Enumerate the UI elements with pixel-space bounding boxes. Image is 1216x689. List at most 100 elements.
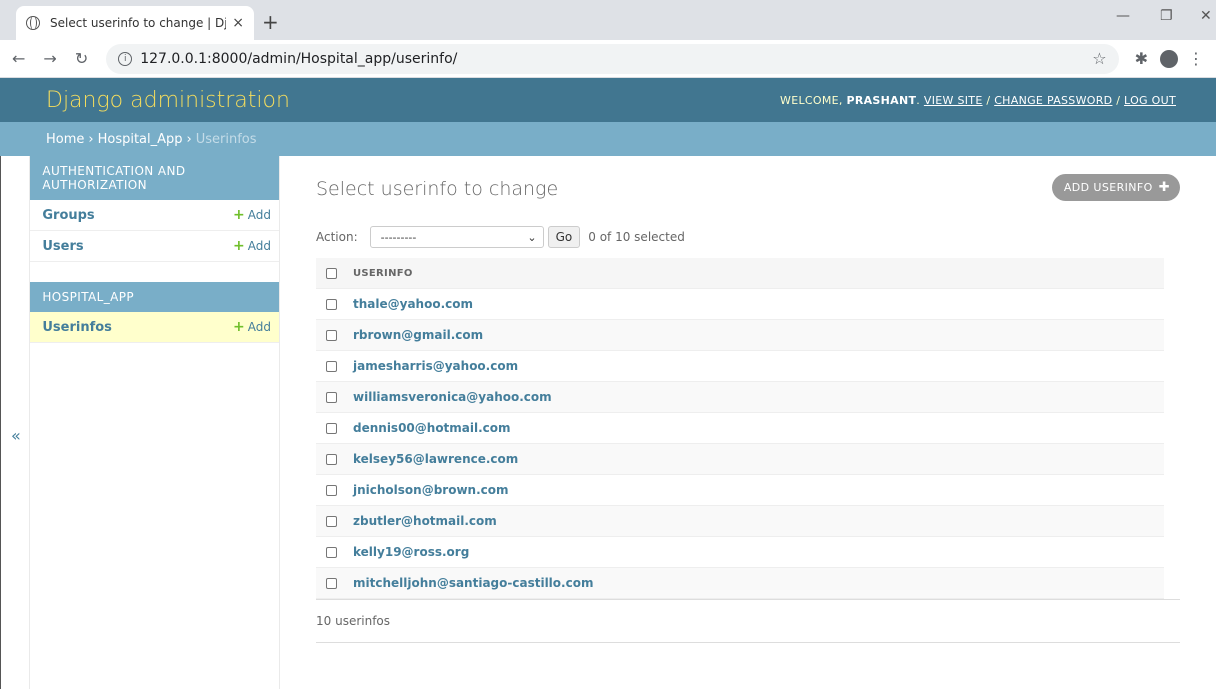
row-checkbox[interactable] <box>326 360 337 372</box>
breadcrumb-separator: › <box>88 131 94 147</box>
info-icon[interactable]: i <box>118 51 133 66</box>
menu-kebab-icon[interactable]: ⋮ <box>1188 49 1204 68</box>
url-text: 127.0.0.1:8000/admin/Hospital_app/userin… <box>140 50 458 67</box>
breadcrumb-app[interactable]: Hospital_App <box>98 132 183 147</box>
row-link[interactable]: kelsey56@lawrence.com <box>353 452 518 466</box>
module-auth: AUTHENTICATION AND AUTHORIZATION Groups … <box>30 156 279 262</box>
back-icon[interactable]: ← <box>12 49 25 68</box>
table-row: jamesharris@yahoo.com <box>316 351 1164 382</box>
row-link[interactable]: dennis00@hotmail.com <box>353 421 511 435</box>
row-checkbox[interactable] <box>326 577 337 589</box>
new-tab-button[interactable]: + <box>262 10 279 34</box>
table-header: USERINFO <box>316 258 1164 289</box>
selected-count: 0 of 10 selected <box>588 230 685 244</box>
model-link-userinfos[interactable]: Userinfos <box>42 320 112 335</box>
site-branding[interactable]: Django administration <box>46 88 290 113</box>
sidebar-toggle[interactable]: « <box>0 156 31 689</box>
table-row: kelly19@ross.org <box>316 537 1164 568</box>
row-link[interactable]: thale@yahoo.com <box>353 297 473 311</box>
add-groups-link[interactable]: + Add <box>233 207 271 223</box>
module-hospital-app: HOSPITAL_APP Userinfos + Add <box>30 282 279 343</box>
table-row: jnicholson@brown.com <box>316 475 1164 506</box>
minimize-icon[interactable]: — <box>1116 8 1130 24</box>
plus-icon: ✚ <box>1158 180 1170 195</box>
globe-icon <box>26 15 40 30</box>
column-header-userinfo[interactable]: USERINFO <box>353 268 413 279</box>
row-link[interactable]: rbrown@gmail.com <box>353 328 483 342</box>
main-area: « AUTHENTICATION AND AUTHORIZATION Group… <box>0 156 1216 689</box>
row-link[interactable]: williamsveronica@yahoo.com <box>353 390 552 404</box>
breadcrumb: Home › Hospital_App › Userinfos <box>0 122 1216 156</box>
username: PRASHANT <box>846 93 917 107</box>
sidebar-item-users: Users + Add <box>30 231 279 262</box>
add-label: Add <box>247 320 271 334</box>
add-userinfo-button[interactable]: ADD USERINFO ✚ <box>1051 174 1180 201</box>
actions-bar: Action: --------- ⌄ Go 0 of 10 selected <box>316 226 1180 248</box>
go-button[interactable]: Go <box>547 226 581 248</box>
welcome-text: WELCOME, <box>780 93 843 107</box>
row-checkbox[interactable] <box>326 329 337 341</box>
content: Select userinfo to change ADD USERINFO ✚ … <box>280 156 1216 689</box>
plus-icon: + <box>233 207 245 223</box>
table-row: rbrown@gmail.com <box>316 320 1164 351</box>
row-checkbox[interactable] <box>326 298 337 310</box>
table-body: thale@yahoo.com rbrown@gmail.com jamesha… <box>316 289 1164 599</box>
user-tools: WELCOME, PRASHANT. VIEW SITE / CHANGE PA… <box>780 93 1176 107</box>
module-caption[interactable]: HOSPITAL_APP <box>30 282 279 312</box>
row-checkbox[interactable] <box>326 391 337 403</box>
nav-sidebar: AUTHENTICATION AND AUTHORIZATION Groups … <box>30 156 280 689</box>
row-link[interactable]: zbutler@hotmail.com <box>353 514 497 528</box>
admin-header: Django administration WELCOME, PRASHANT.… <box>0 78 1216 122</box>
action-label: Action: <box>316 230 358 244</box>
add-label: Add <box>247 208 271 222</box>
view-site-link[interactable]: VIEW SITE <box>924 94 983 107</box>
row-checkbox[interactable] <box>326 422 337 434</box>
page-title: Select userinfo to change <box>316 178 559 200</box>
table-row: mitchelljohn@santiago-castillo.com <box>316 568 1164 599</box>
restore-icon[interactable]: ❐ <box>1160 8 1173 24</box>
action-select[interactable]: --------- ⌄ <box>369 226 544 248</box>
profile-icon[interactable] <box>1160 49 1178 68</box>
row-checkbox[interactable] <box>326 453 337 465</box>
browser-tab[interactable]: Select userinfo to change | Djang × <box>16 6 254 40</box>
tab-title: Select userinfo to change | Djang <box>50 16 227 30</box>
collapse-sidebar-icon[interactable]: « <box>11 426 21 445</box>
extensions-icon[interactable]: ✱ <box>1135 49 1148 68</box>
change-password-link[interactable]: CHANGE PASSWORD <box>994 94 1112 107</box>
add-label: Add <box>247 239 271 253</box>
reload-icon[interactable]: ↻ <box>75 49 88 68</box>
module-caption[interactable]: AUTHENTICATION AND AUTHORIZATION <box>30 156 279 200</box>
breadcrumb-home[interactable]: Home <box>46 132 84 147</box>
add-userinfos-link[interactable]: + Add <box>233 319 271 335</box>
sidebar-item-groups: Groups + Add <box>30 200 279 231</box>
table-row: williamsveronica@yahoo.com <box>316 382 1164 413</box>
row-link[interactable]: jnicholson@brown.com <box>353 483 509 497</box>
tab-close-icon[interactable]: × <box>232 15 244 31</box>
close-window-icon[interactable]: ✕ <box>1200 8 1212 24</box>
row-checkbox[interactable] <box>326 484 337 496</box>
model-link-users[interactable]: Users <box>42 239 83 254</box>
row-link[interactable]: jamesharris@yahoo.com <box>353 359 518 373</box>
plus-icon: + <box>233 319 245 335</box>
table-row: thale@yahoo.com <box>316 289 1164 320</box>
row-link[interactable]: kelly19@ross.org <box>353 545 469 559</box>
table-row: dennis00@hotmail.com <box>316 413 1164 444</box>
chevron-down-icon: ⌄ <box>527 230 537 244</box>
results-table: USERINFO thale@yahoo.com rbrown@gmail.co… <box>316 258 1164 599</box>
select-all-checkbox[interactable] <box>326 267 337 279</box>
bookmark-star-icon[interactable]: ☆ <box>1092 49 1106 68</box>
forward-icon[interactable]: → <box>43 49 56 68</box>
row-link[interactable]: mitchelljohn@santiago-castillo.com <box>353 576 593 590</box>
log-out-link[interactable]: LOG OUT <box>1124 94 1176 107</box>
model-link-groups[interactable]: Groups <box>42 208 94 223</box>
address-bar: ← → ↻ i 127.0.0.1:8000/admin/Hospital_ap… <box>0 40 1216 78</box>
breadcrumb-separator: › <box>186 131 192 147</box>
action-selected-value: --------- <box>380 230 417 244</box>
paginator: 10 userinfos <box>316 599 1180 643</box>
row-checkbox[interactable] <box>326 515 337 527</box>
sidebar-item-userinfos: Userinfos + Add <box>30 312 279 343</box>
table-row: kelsey56@lawrence.com <box>316 444 1164 475</box>
url-input[interactable]: i 127.0.0.1:8000/admin/Hospital_app/user… <box>106 43 1119 74</box>
row-checkbox[interactable] <box>326 546 337 558</box>
add-users-link[interactable]: + Add <box>233 238 271 254</box>
